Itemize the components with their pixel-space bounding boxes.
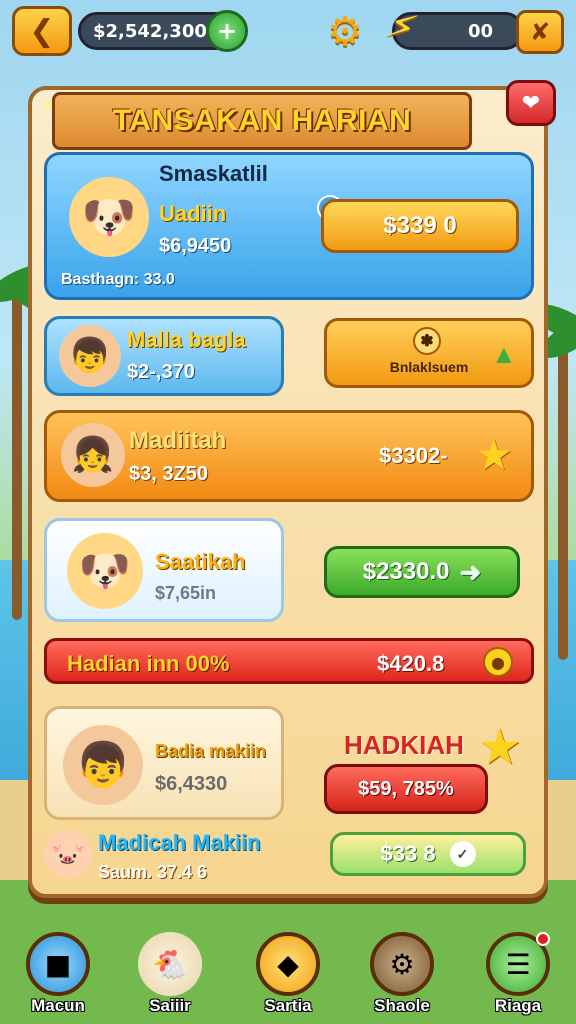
collect-button[interactable]: $339 0 — [321, 199, 519, 253]
wrench-icon: ✘ — [529, 18, 551, 46]
nav-item-riaga[interactable]: ☰ Riaga — [478, 928, 558, 1024]
card-footer: Basthagn: 33.0 — [61, 271, 175, 288]
arrow-right-icon: ➜ — [459, 556, 482, 587]
hadkiah-button[interactable]: $59, 785% — [324, 764, 488, 814]
nav-item-shaole[interactable]: ⚙ Shaole — [362, 928, 442, 1024]
cash-value: $2,542,300 — [93, 20, 207, 42]
card-amount: $7,65in — [155, 583, 217, 603]
coin-icon: ✽ — [413, 327, 441, 355]
card-footer: Saum. 37.4 6 — [98, 862, 208, 882]
card-price[interactable]: $420.8 — [377, 651, 444, 677]
top-bar: ❮ $2,542,300 + ⚙ 00 ⚡ ✘ — [0, 0, 576, 64]
panel-title: TANSAKAN HARIAN — [52, 92, 472, 150]
back-button[interactable]: ❮ — [12, 6, 72, 56]
green-ticket-icon: ▲ — [491, 339, 517, 369]
lightning-bolt-icon: ⚡ — [380, 0, 424, 54]
card-price[interactable]: $3302- — [379, 443, 448, 469]
list-item[interactable]: 🐶 Saatikah $7,65in — [44, 518, 284, 622]
coin-icon: ● — [483, 647, 513, 677]
card-subtitle: Uadiin — [159, 201, 227, 226]
card-name: Madicah Makiin — [98, 830, 261, 855]
card-amount: $6,4330 — [155, 773, 228, 795]
cube-icon: ■ — [26, 932, 90, 996]
kite-icon: ◆ — [256, 932, 320, 996]
play-button[interactable]: $2330.0 ➜ — [324, 546, 520, 598]
nav-item-macun[interactable]: ■ Macun — [18, 928, 98, 1024]
list-item[interactable]: 👦 Malla bagla $2-,370 — [44, 316, 284, 396]
notification-dot — [536, 932, 550, 946]
back-arrow-icon: ❮ — [29, 13, 55, 49]
card-amount: $6,9450 — [159, 235, 232, 257]
badge-title: HADKIAH — [344, 730, 464, 760]
sun-gear-icon[interactable]: ⚙ — [322, 10, 368, 54]
energy-value: 00 — [467, 20, 493, 42]
boy-painter-avatar-icon: 👦 — [63, 725, 143, 805]
tools-button[interactable]: ✘ — [516, 10, 564, 54]
claim-button[interactable]: Bnlaklsuem ✽ ▲ — [324, 318, 534, 388]
card-name: Hadian inn 00% — [67, 651, 230, 676]
plus-icon: + — [216, 17, 238, 45]
card-name: Badia makiin — [155, 741, 267, 761]
nav-item-sartia[interactable]: ◆ Sartia — [248, 928, 328, 1024]
pig-mascot-icon: 🐷 — [44, 830, 92, 878]
list-item[interactable]: 🐶 Smaskatlil Uadiin $6,9450 Basthagn: 33… — [44, 152, 534, 300]
dog-avatar-icon: 🐶 — [69, 177, 149, 257]
boy-avatar-icon: 👦 — [59, 325, 121, 387]
chicken-icon: 🐔 — [138, 932, 202, 996]
card-name: Smaskatlil — [159, 161, 268, 186]
nav-item-saiiir[interactable]: 🐔 Saiiir — [130, 928, 210, 1024]
girl-avatar-icon: 👧 — [61, 423, 125, 487]
card-name: Malla bagla — [127, 327, 246, 352]
check-icon: ✓ — [449, 841, 476, 867]
dog-avatar-icon: 🐶 — [67, 533, 143, 609]
card-name: Madiitah — [129, 427, 227, 454]
card-amount: $2-,370 — [127, 361, 195, 383]
add-cash-button[interactable]: + — [206, 10, 248, 52]
card-amount: $3, 3Z50 — [129, 463, 208, 485]
collect-small-button[interactable]: $33 8 ✓ — [330, 832, 526, 876]
card-name: Saatikah — [155, 549, 246, 574]
list-item[interactable]: 👦 Badia makiin $6,4330 — [44, 706, 284, 820]
star-icon: ★ — [480, 723, 520, 772]
list-item[interactable]: 👧 Madiitah $3, 3Z50 $3302- ★ — [44, 410, 534, 502]
chat-button[interactable]: ❤ — [506, 80, 556, 126]
bottom-nav: ■ Macun 🐔 Saiiir ◆ Sartia ⚙ Shaole ☰ Ria… — [0, 928, 576, 1024]
star-icon: ★ — [477, 435, 512, 477]
heart-speech-icon: ❤ — [521, 90, 541, 116]
cog-icon: ⚙ — [370, 932, 434, 996]
list-item[interactable]: Hadian inn 00% $420.8 ● — [44, 638, 534, 684]
